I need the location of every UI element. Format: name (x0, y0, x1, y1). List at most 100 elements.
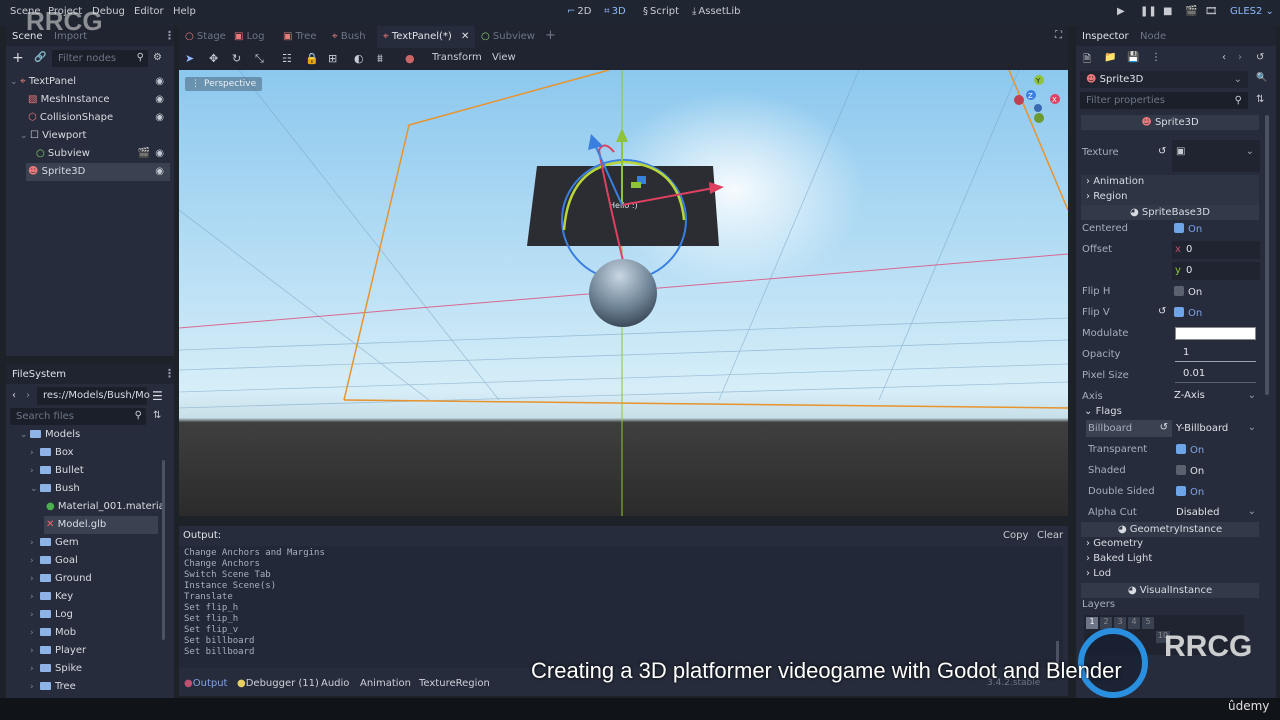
perspective-menu[interactable]: ⋮ Perspective (185, 77, 263, 91)
fs-folder-models[interactable]: ⌄ Models (20, 426, 80, 444)
fs-folder-tree[interactable]: › Tree (30, 678, 76, 696)
fs-folder-key[interactable]: › Key (30, 588, 73, 606)
menu-scene[interactable]: Scene (10, 6, 41, 17)
workspace-script[interactable]: § Script (643, 6, 679, 17)
transparent-checkbox[interactable]: On (1176, 444, 1204, 456)
tree-node-textpanel[interactable]: ⌄ ⌖ TextPanel ◉ (10, 73, 170, 91)
fs-folder-gem[interactable]: › Gem (30, 534, 79, 552)
visibility-eye-icon[interactable]: ◉ (155, 145, 164, 163)
alpha-cut-dropdown[interactable]: Disabled ⌄ (1174, 504, 1260, 521)
scale-tool-icon[interactable]: ⤡ (255, 52, 264, 66)
tab-import[interactable]: Import (54, 31, 87, 42)
instance-scene-icon[interactable]: 🔗 (34, 52, 46, 63)
play-custom-scene-icon[interactable]: 🎞 (1205, 6, 1218, 17)
dock-menu-icon[interactable]: ⋮ (164, 367, 175, 380)
tab-filesystem[interactable]: FileSystem (12, 369, 66, 380)
script-attach-icon[interactable]: ⚙ (153, 52, 162, 63)
tree-node-subview[interactable]: ○ Subview 🎬 ◉ (10, 145, 170, 163)
tree-node-viewport[interactable]: ⌄ ☐ Viewport (10, 127, 170, 145)
offset-x-field[interactable]: x0 (1172, 241, 1260, 259)
scene-tab-subview[interactable]: ○ Subview (481, 31, 535, 42)
view-menu[interactable]: View (492, 52, 516, 63)
open-folder-icon[interactable]: 📁 (1104, 52, 1116, 63)
billboard-dropdown[interactable]: Y-Billboard ⌄ (1174, 420, 1260, 437)
bottom-tab-debugger[interactable]: ●Debugger (11) (237, 678, 319, 689)
flip-h-checkbox[interactable]: On (1174, 286, 1202, 298)
filesystem-scrollbar[interactable] (162, 460, 165, 640)
group-lod[interactable]: › Lod (1086, 568, 1111, 579)
scene-tab-tree[interactable]: ▣ Tree (283, 31, 316, 42)
fs-folder-spike[interactable]: › Spike (30, 660, 82, 678)
sort-icon[interactable]: ⇅ (153, 410, 161, 421)
scene-tab-textpanel[interactable]: ⌖ TextPanel(*) ✕ (377, 26, 476, 48)
more-options-icon[interactable]: ⋮ (1151, 52, 1161, 63)
menu-help[interactable]: Help (173, 6, 196, 17)
play-scene-icon[interactable]: 🎬 (1185, 6, 1197, 17)
bottom-tab-textureregion[interactable]: TextureRegion (419, 678, 490, 689)
history-back-icon[interactable]: ‹ (1222, 52, 1226, 63)
fs-folder-goal[interactable]: › Goal (30, 552, 78, 570)
flip-v-checkbox[interactable]: On (1174, 307, 1202, 319)
texture-picker[interactable]: ▣ ⌄ (1172, 140, 1260, 172)
layer-4[interactable]: 4 (1128, 617, 1140, 629)
clear-button[interactable]: Clear (1037, 530, 1063, 541)
list-select-icon[interactable]: ☷ (282, 52, 292, 65)
visibility-eye-icon[interactable]: ◉ (155, 91, 164, 109)
revert-icon[interactable]: ↺ (1160, 422, 1168, 433)
local-space-icon[interactable]: ◐ (354, 52, 364, 65)
workspace-2d[interactable]: ⌐ 2D (567, 6, 591, 17)
tab-scene[interactable]: Scene (12, 31, 43, 42)
visibility-eye-icon[interactable]: ◉ (155, 163, 164, 181)
gizmo-neg-x[interactable] (1014, 95, 1024, 105)
fs-folder-box[interactable]: › Box (30, 444, 74, 462)
gizmo-neg-z[interactable] (1034, 104, 1042, 112)
transform-menu[interactable]: Transform (432, 52, 482, 63)
fs-file-model-glb[interactable]: ✕ Model.glb (44, 516, 158, 534)
lock-icon[interactable]: 🔒 (305, 52, 319, 65)
scene-tab-stage[interactable]: ○ Stage (185, 31, 226, 42)
axis-dropdown[interactable]: Z-Axis ⌄ (1172, 388, 1260, 405)
revert-icon[interactable]: ↺ (1158, 146, 1166, 157)
flags-group[interactable]: ⌄ Flags (1084, 406, 1122, 417)
bottom-tab-audio[interactable]: Audio (321, 678, 349, 689)
fs-folder-mob[interactable]: › Mob (30, 624, 76, 642)
filter-options-icon[interactable]: ⇅ (1256, 94, 1264, 105)
select-tool-icon[interactable]: ➤ (185, 52, 194, 65)
fs-folder-ground[interactable]: › Ground (30, 570, 92, 588)
group-icon[interactable]: ⊞ (328, 52, 337, 65)
tree-node-meshinstance[interactable]: ▧ MeshInstance ◉ (10, 91, 170, 109)
group-animation[interactable]: › Animation (1086, 176, 1144, 187)
tree-node-sprite3d[interactable]: ☻ Sprite3D ◉ (26, 163, 170, 181)
clapper-icon[interactable]: 🎬 (138, 145, 150, 163)
menu-debug[interactable]: Debug (92, 6, 125, 17)
forward-icon[interactable]: › (26, 390, 30, 401)
history-forward-icon[interactable]: › (1238, 52, 1242, 63)
menu-project[interactable]: Project (48, 6, 82, 17)
tab-node[interactable]: Node (1140, 31, 1166, 42)
double-sided-checkbox[interactable]: On (1176, 486, 1204, 498)
distraction-free-icon[interactable]: ⛶ (1055, 30, 1062, 41)
history-icon[interactable]: ↺ (1256, 52, 1264, 63)
visibility-eye-icon[interactable]: ◉ (155, 109, 164, 127)
group-region[interactable]: › Region (1086, 191, 1127, 202)
3d-viewport[interactable]: Hello :) Y Z X ⋮ Perspective (179, 70, 1068, 516)
camera-override-icon[interactable]: ● (405, 52, 415, 65)
scene-tab-log[interactable]: ▣ Log (234, 31, 265, 42)
layer-5[interactable]: 5 (1142, 617, 1154, 629)
stop-icon[interactable]: ■ (1163, 6, 1172, 17)
new-resource-icon[interactable]: 🗎 (1083, 52, 1091, 69)
close-tab-icon[interactable]: ✕ (461, 31, 469, 42)
dock-menu-icon[interactable]: ⋮ (164, 29, 175, 42)
fs-folder-bullet[interactable]: › Bullet (30, 462, 84, 480)
bottom-tab-output[interactable]: ●Output (184, 678, 227, 689)
shaded-checkbox[interactable]: On (1176, 465, 1204, 477)
new-scene-tab-icon[interactable]: + (545, 28, 556, 43)
workspace-assetlib[interactable]: ⤓ AssetLib (692, 6, 740, 17)
split-mode-icon[interactable]: ☰ (152, 389, 163, 403)
object-selector[interactable]: ☻ Sprite3D ⌄ (1080, 71, 1248, 88)
filter-properties-input[interactable]: Filter properties ⚲ (1080, 92, 1248, 109)
move-tool-icon[interactable]: ✥ (209, 52, 218, 65)
bottom-tab-animation[interactable]: Animation (360, 678, 411, 689)
fs-folder-log[interactable]: › Log (30, 606, 73, 624)
visibility-eye-icon[interactable]: ◉ (155, 73, 164, 91)
